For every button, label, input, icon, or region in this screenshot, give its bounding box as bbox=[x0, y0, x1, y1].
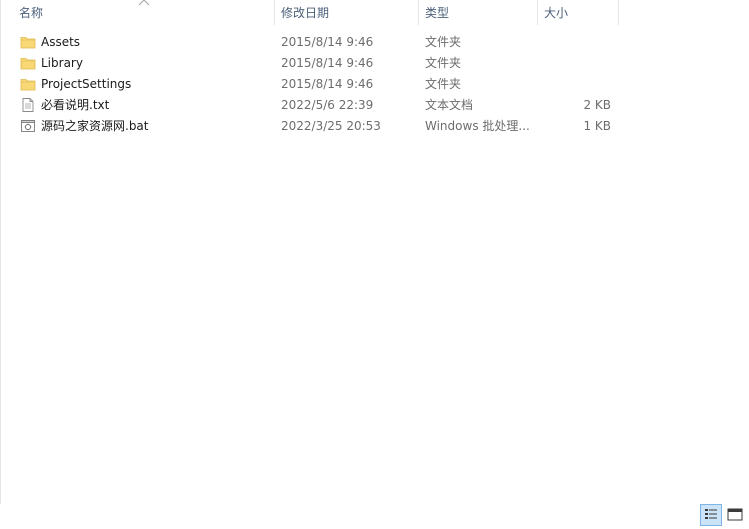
file-size: 1 KB bbox=[583, 119, 611, 133]
file-size bbox=[542, 74, 611, 95]
column-header-date-modified[interactable]: 修改日期 bbox=[275, 0, 419, 25]
column-header-name[interactable]: 名称 bbox=[1, 0, 275, 25]
file-size bbox=[542, 53, 611, 74]
folder-icon bbox=[20, 58, 36, 70]
file-date-modified: 2015/8/14 9:46 bbox=[281, 77, 374, 91]
large-icons-view-button[interactable] bbox=[724, 504, 746, 526]
status-bar bbox=[0, 504, 749, 528]
file-date-modified: 2015/8/14 9:46 bbox=[281, 35, 374, 49]
file-name: Library bbox=[41, 56, 83, 70]
file-row-library[interactable]: Library 2015/8/14 9:46 文件夹 bbox=[1, 53, 621, 74]
file-name: 必看说明.txt bbox=[41, 98, 110, 112]
file-row-readme-txt[interactable]: 必看说明.txt 2022/5/6 22:39 文本文档 2 KB bbox=[1, 95, 621, 116]
file-date-modified: 2022/3/25 20:53 bbox=[281, 119, 381, 133]
file-size bbox=[542, 32, 611, 53]
file-row-projectsettings[interactable]: ProjectSettings 2015/8/14 9:46 文件夹 bbox=[1, 74, 621, 95]
details-view-icon bbox=[705, 509, 717, 519]
file-name: Assets bbox=[41, 35, 81, 49]
file-type: Windows 批处理... bbox=[425, 119, 530, 133]
file-row-batch-file[interactable]: 源码之家资源网.bat 2022/3/25 20:53 Windows 批处理.… bbox=[1, 116, 621, 137]
file-row-assets[interactable]: Assets 2015/8/14 9:46 文件夹 bbox=[1, 32, 621, 53]
column-header-row: 名称 修改日期 类型 大小 bbox=[1, 0, 621, 25]
file-type: 文本文档 bbox=[425, 98, 474, 112]
file-size: 2 KB bbox=[583, 98, 611, 112]
batch-file-icon bbox=[21, 120, 35, 132]
file-date-modified: 2022/5/6 22:39 bbox=[281, 98, 374, 112]
file-list-view: 名称 修改日期 类型 大小 Assets 2015/8/14 9:46 文件夹 … bbox=[0, 0, 749, 504]
details-view-button[interactable] bbox=[700, 504, 722, 526]
file-type: 文件夹 bbox=[425, 77, 462, 91]
folder-icon bbox=[20, 79, 36, 91]
folder-icon bbox=[20, 37, 36, 49]
column-header-size[interactable]: 大小 bbox=[538, 0, 619, 25]
file-name: ProjectSettings bbox=[41, 77, 132, 91]
file-list: Assets 2015/8/14 9:46 文件夹 Library 2015/8… bbox=[1, 32, 621, 137]
large-icons-view-icon bbox=[727, 508, 743, 521]
column-header-type[interactable]: 类型 bbox=[419, 0, 538, 25]
file-type: 文件夹 bbox=[425, 56, 462, 70]
file-date-modified: 2015/8/14 9:46 bbox=[281, 56, 374, 70]
file-type: 文件夹 bbox=[425, 35, 462, 49]
file-name: 源码之家资源网.bat bbox=[41, 119, 149, 133]
text-file-icon bbox=[22, 98, 34, 112]
